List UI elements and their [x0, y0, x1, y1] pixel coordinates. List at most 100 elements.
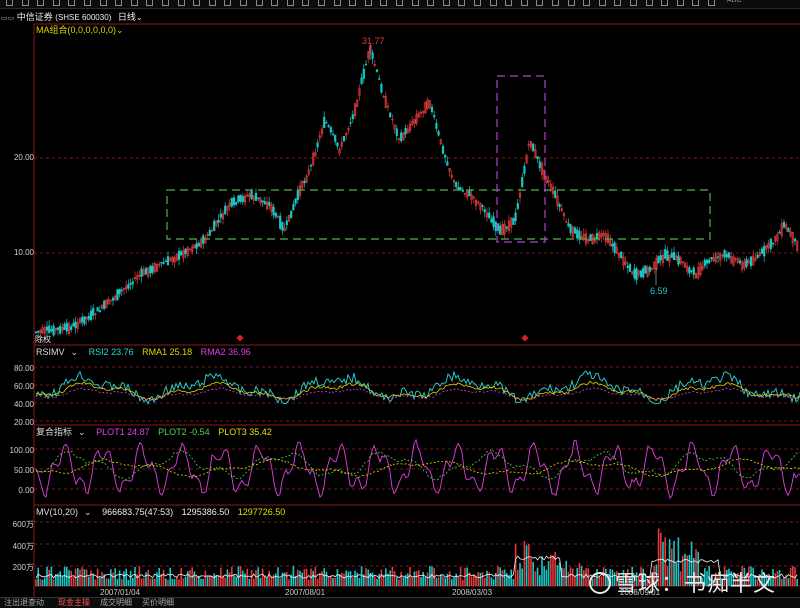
volume-bar — [99, 577, 101, 586]
snowball-logo-icon — [588, 572, 611, 595]
high-price-label: 31.77 — [362, 36, 385, 46]
volume-bar — [90, 570, 92, 586]
volume-bar — [585, 568, 587, 586]
watermark: 雪球：书痴半文 — [588, 566, 776, 598]
volume-bar — [446, 573, 449, 586]
volume-bar — [330, 575, 332, 586]
candle-body — [279, 215, 282, 229]
candle-body — [364, 63, 368, 66]
volume-bar — [279, 578, 281, 586]
candle-body — [516, 203, 519, 209]
volume-bar — [162, 569, 165, 586]
candle-body — [488, 212, 491, 219]
x-axis-label: 2007/08/01 — [285, 588, 326, 597]
volume-bar — [35, 579, 37, 586]
volume-bar — [473, 575, 475, 586]
candle-body — [197, 242, 200, 247]
candle-body — [331, 133, 335, 136]
volume-bar — [129, 570, 132, 586]
candle-body — [710, 257, 713, 260]
candle-body — [782, 221, 786, 228]
volume-bar — [237, 566, 240, 586]
candle-body — [63, 323, 66, 330]
candle-body — [162, 262, 165, 265]
candle-body — [760, 248, 764, 254]
candle-body — [523, 165, 526, 174]
volume-bar — [272, 574, 275, 586]
volume-bar — [308, 579, 310, 586]
candle-body — [708, 259, 711, 264]
candle-body — [83, 316, 86, 325]
volume-bar — [426, 572, 429, 586]
volume-bar — [68, 570, 70, 586]
volume-bar — [140, 578, 143, 586]
candle-body — [404, 127, 407, 135]
volume-bar — [88, 576, 90, 586]
volume-bar — [72, 576, 75, 586]
volume-bar — [481, 572, 484, 586]
volume-bar — [202, 578, 204, 586]
volume-bar — [569, 567, 572, 586]
volume-bar — [477, 572, 479, 586]
low-price-label: 6.59 — [650, 286, 668, 296]
x-axis-label: 2008/03/03 — [452, 588, 493, 597]
candle-body — [329, 127, 332, 133]
candle-body — [628, 264, 632, 272]
candle-body — [499, 225, 502, 235]
volume-bar — [301, 572, 303, 586]
candle-body — [224, 205, 227, 215]
candle-body — [118, 288, 121, 295]
candle-body — [151, 266, 154, 273]
candle-body — [87, 315, 90, 320]
volume-bar — [134, 566, 136, 586]
volume-bar — [532, 561, 534, 586]
volume-bar — [539, 575, 541, 586]
volume-bar — [521, 568, 523, 586]
candle-body — [98, 310, 101, 313]
candle-body — [578, 230, 581, 240]
volume-bar — [235, 576, 237, 586]
volume-bar — [528, 543, 530, 586]
volume-bar — [316, 578, 319, 586]
volume-bar — [462, 579, 464, 586]
kline-chart[interactable] — [0, 0, 800, 607]
volume-bar — [321, 571, 323, 586]
volume-bar — [525, 545, 528, 586]
candle-body — [395, 128, 398, 136]
volume-bar — [453, 577, 455, 586]
candle-body — [237, 195, 240, 202]
candle-body — [292, 204, 295, 211]
support-range-box — [166, 189, 711, 240]
candle-body — [642, 267, 645, 278]
candle-body — [481, 205, 484, 207]
candle-body — [59, 325, 62, 334]
candle-body — [160, 261, 163, 264]
volume-bar — [206, 575, 209, 586]
volume-bar — [242, 570, 244, 586]
candle-body — [241, 196, 244, 203]
volume-bar — [352, 577, 354, 586]
volume-bar — [565, 560, 567, 586]
volume-bar — [413, 571, 416, 586]
volume-bar — [517, 570, 519, 586]
candle-body — [664, 249, 667, 259]
candle-body — [723, 249, 726, 258]
volume-bar — [169, 567, 171, 586]
volume-bar — [552, 555, 554, 586]
candle-body — [177, 250, 181, 260]
volume-bar — [556, 565, 559, 586]
candle-body — [371, 52, 374, 59]
candle-body — [727, 252, 731, 258]
volume-bar — [358, 577, 361, 586]
candle-body — [468, 189, 471, 197]
volume-bar — [107, 578, 110, 586]
candle-body — [285, 220, 288, 226]
candle-body — [457, 187, 460, 190]
volume-bar — [156, 572, 158, 586]
candle-body — [639, 270, 643, 278]
volume-bar — [167, 579, 169, 586]
candle-body — [688, 267, 691, 274]
candle-body — [626, 265, 629, 268]
candle-body — [81, 316, 84, 323]
candle-body — [494, 221, 497, 232]
